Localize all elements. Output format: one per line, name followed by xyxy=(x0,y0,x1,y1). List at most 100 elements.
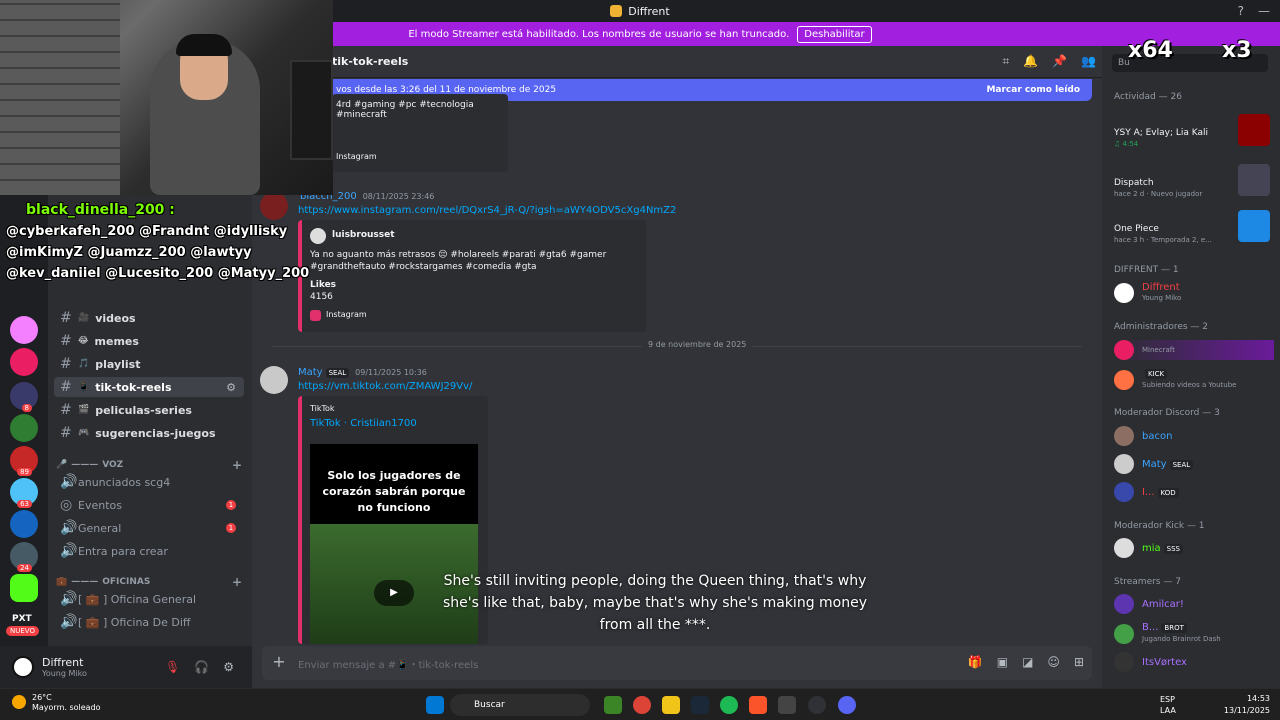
disable-streamer-button[interactable]: Deshabilitar xyxy=(797,25,872,43)
server-icon[interactable] xyxy=(10,348,38,376)
gift-icon[interactable]: 🎁 xyxy=(968,655,983,669)
steam-icon[interactable] xyxy=(691,696,709,714)
members-icon[interactable]: 👥 xyxy=(1081,54,1096,69)
embed-text: #grandtheftauto #rockstargames #comedia … xyxy=(310,262,537,272)
add-channel-icon[interactable]: + xyxy=(232,575,242,589)
member-item[interactable]: Maty SEAL xyxy=(1114,454,1194,474)
composer-placeholder: Enviar mensaje a #📱・tik-tok-reels xyxy=(298,659,479,671)
play-icon[interactable]: ▶ xyxy=(374,580,414,606)
user-status: Young Miko xyxy=(42,668,87,678)
minimize-icon[interactable]: — xyxy=(1258,4,1270,18)
apps-icon[interactable]: ⊞ xyxy=(1074,655,1084,669)
activity-header: Actividad — 26 xyxy=(1114,92,1182,102)
server-icon[interactable]: 89 xyxy=(10,446,38,476)
chrome-icon[interactable] xyxy=(633,696,651,714)
app-icon[interactable] xyxy=(808,696,826,714)
spotify-icon[interactable] xyxy=(720,696,738,714)
voice-channel[interactable]: 🔊 anunciados scg4 xyxy=(54,472,244,492)
member-item[interactable]: Amilcar! xyxy=(1114,594,1184,614)
taskbar-search[interactable]: Buscar xyxy=(450,694,590,716)
avatar xyxy=(1114,482,1134,502)
category-voz[interactable]: 🎤 ——— VOZ + xyxy=(56,458,242,472)
activity-item[interactable]: Dispatch hace 2 d · Nuevo jugador xyxy=(1110,160,1274,200)
sticker-icon[interactable]: ◪ xyxy=(1022,655,1033,669)
clock[interactable]: 14:53 13/11/2025 xyxy=(1224,693,1270,717)
obs-icon[interactable] xyxy=(778,696,796,714)
role-tag: BROT xyxy=(1161,623,1187,633)
channel-playlist[interactable]: # 🎵 playlist xyxy=(54,354,244,374)
channel-peliculas-series[interactable]: # 🎬 peliculas-series xyxy=(54,400,244,420)
role-tag: SEAL xyxy=(325,368,350,378)
threads-icon[interactable]: ⌗ xyxy=(1002,54,1009,69)
help-icon[interactable]: ? xyxy=(1238,4,1244,18)
channel-tik-tok-reels[interactable]: # 📱 tik-tok-reels ⚙ xyxy=(54,377,244,397)
settings-icon[interactable]: ⚙ xyxy=(226,381,236,394)
role-header: Administradores — 2 xyxy=(1114,322,1209,332)
activity-item[interactable]: YSY A; Evlay; Lia Kali ♫ 4:54 xyxy=(1110,110,1274,150)
voice-channel[interactable]: 🔊[ 💼 ] Oficina General xyxy=(54,589,244,609)
unread-badge: 1 xyxy=(226,500,236,510)
server-icon[interactable]: 63 xyxy=(10,478,38,508)
discord-icon[interactable] xyxy=(838,696,856,714)
voice-channel[interactable]: 🔊 Entra para crear xyxy=(54,541,244,561)
webcam-wall xyxy=(0,0,120,195)
pin-icon[interactable]: 📌 xyxy=(1052,54,1067,69)
chat-line: @cyberkafeh_200 @Frandnt @idyllisky xyxy=(6,224,288,239)
weather-widget[interactable]: 26°C Mayorm. soleado xyxy=(12,693,101,713)
headphones-muted-icon[interactable]: 🎧 xyxy=(194,660,209,674)
channel-videos[interactable]: # 🎥 videos xyxy=(54,308,244,328)
server-label[interactable]: PXT xyxy=(12,614,32,624)
message-link[interactable]: https://www.instagram.com/reel/DQxrS4_jR… xyxy=(298,205,676,216)
message-author[interactable]: Maty SEAL 09/11/2025 10:36 xyxy=(298,367,427,378)
server-icon[interactable]: 24 xyxy=(10,542,38,572)
member-item[interactable]: mia SSS xyxy=(1114,538,1183,558)
channel-name: peliculas-series xyxy=(95,403,192,417)
member-item[interactable]: bacon xyxy=(1114,426,1172,446)
add-attachment-icon[interactable]: + xyxy=(268,652,290,674)
voice-channel[interactable]: 🔊[ 💼 ] Oficina De Diff xyxy=(54,612,244,632)
channel-sugerencias-juegos[interactable]: # 🎮 sugerencias-juegos xyxy=(54,423,244,443)
avatar[interactable] xyxy=(260,366,288,394)
message-link[interactable]: https://vm.tiktok.com/ZMAWJ29Vv/ xyxy=(298,381,472,392)
server-icon[interactable] xyxy=(10,510,38,538)
role-tag: SSS xyxy=(1163,543,1183,554)
avatar[interactable] xyxy=(12,656,34,678)
folder-icon[interactable] xyxy=(662,696,680,714)
language-indicator[interactable]: ESP LAA xyxy=(1160,694,1176,716)
server-badge: 89 xyxy=(17,468,32,476)
embed-author[interactable]: luisbrousset xyxy=(332,230,395,240)
add-channel-icon[interactable]: + xyxy=(232,458,242,472)
brave-icon[interactable] xyxy=(749,696,767,714)
member-item[interactable]: Minecraft xyxy=(1114,340,1274,360)
server-icon[interactable] xyxy=(10,414,38,442)
message-composer[interactable]: + Enviar mensaje a #📱・tik-tok-reels 🎁 ▣ … xyxy=(262,646,1092,680)
user-panel: Diffrent Young Miko 🎙 🎧 ⚙ xyxy=(0,646,252,688)
role-header: Streamers — 7 xyxy=(1114,577,1181,587)
member-item[interactable]: B... BROT Jugando Brainrot Dash xyxy=(1114,622,1221,645)
category-oficinas[interactable]: 💼 ——— OFICINAS + xyxy=(56,575,242,589)
date-divider-text: 9 de noviembre de 2025 xyxy=(642,340,753,349)
gear-icon[interactable]: ⚙ xyxy=(223,660,234,674)
activity-item[interactable]: One Piece hace 3 h · Temporada 2, e... xyxy=(1110,206,1274,246)
member-item[interactable]: KICK Subiendo videos a Youtube xyxy=(1114,368,1236,391)
start-icon[interactable] xyxy=(426,696,444,714)
mic-muted-icon[interactable]: 🎙 xyxy=(165,660,180,674)
voice-channel[interactable]: ◎ Eventos 1 xyxy=(54,495,244,515)
mark-read-button[interactable]: Marcar como leído xyxy=(986,85,1080,95)
voice-channel[interactable]: 🔊 General 1 xyxy=(54,518,244,538)
embed-title[interactable]: TikTok · Cristiian1700 xyxy=(310,418,417,429)
member-item[interactable]: Diffrent Young Miko xyxy=(1114,282,1181,304)
channel-memes[interactable]: # 😂 memes xyxy=(54,331,244,351)
emoji-icon[interactable]: ☺ xyxy=(1047,655,1060,669)
stream-chat-overlay: black_dinella_200 : @cyberkafeh_200 @Fra… xyxy=(0,200,309,284)
minecraft-icon[interactable] xyxy=(604,696,622,714)
server-icon[interactable] xyxy=(10,316,38,344)
member-item[interactable]: I... KOD xyxy=(1114,482,1179,502)
bell-icon[interactable]: 🔔 xyxy=(1023,54,1038,69)
member-item[interactable]: ItsVørtex xyxy=(1114,652,1187,672)
gif-icon[interactable]: ▣ xyxy=(997,655,1008,669)
kick-server-icon[interactable] xyxy=(10,574,38,602)
server-icon[interactable]: 8 xyxy=(10,382,38,412)
hash-icon: # xyxy=(60,379,72,395)
channel-emoji: 🎥 xyxy=(78,313,90,323)
